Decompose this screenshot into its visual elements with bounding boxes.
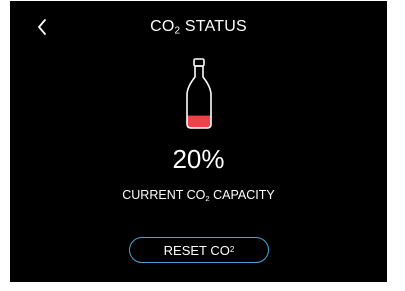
title-text: CO <box>150 18 175 35</box>
co2-capacity-caption: CURRENT CO2 CAPACITY <box>10 188 387 202</box>
caption-suffix: CAPACITY <box>209 188 275 202</box>
bottle-cap <box>193 58 205 67</box>
title-suffix: STATUS <box>180 18 247 35</box>
co2-percent-value: 20% <box>172 144 225 174</box>
reset-co2-button[interactable]: RESET CO 2 <box>129 237 269 263</box>
caption-text: CURRENT CO <box>122 188 206 202</box>
bottle-icon <box>186 58 212 129</box>
co2-status-screen: CO2 STATUS 20% CURRENT CO2 CAPACITY RESE… <box>10 1 387 282</box>
reset-label: RESET CO <box>163 242 230 258</box>
page-title: CO2 STATUS <box>10 18 387 36</box>
